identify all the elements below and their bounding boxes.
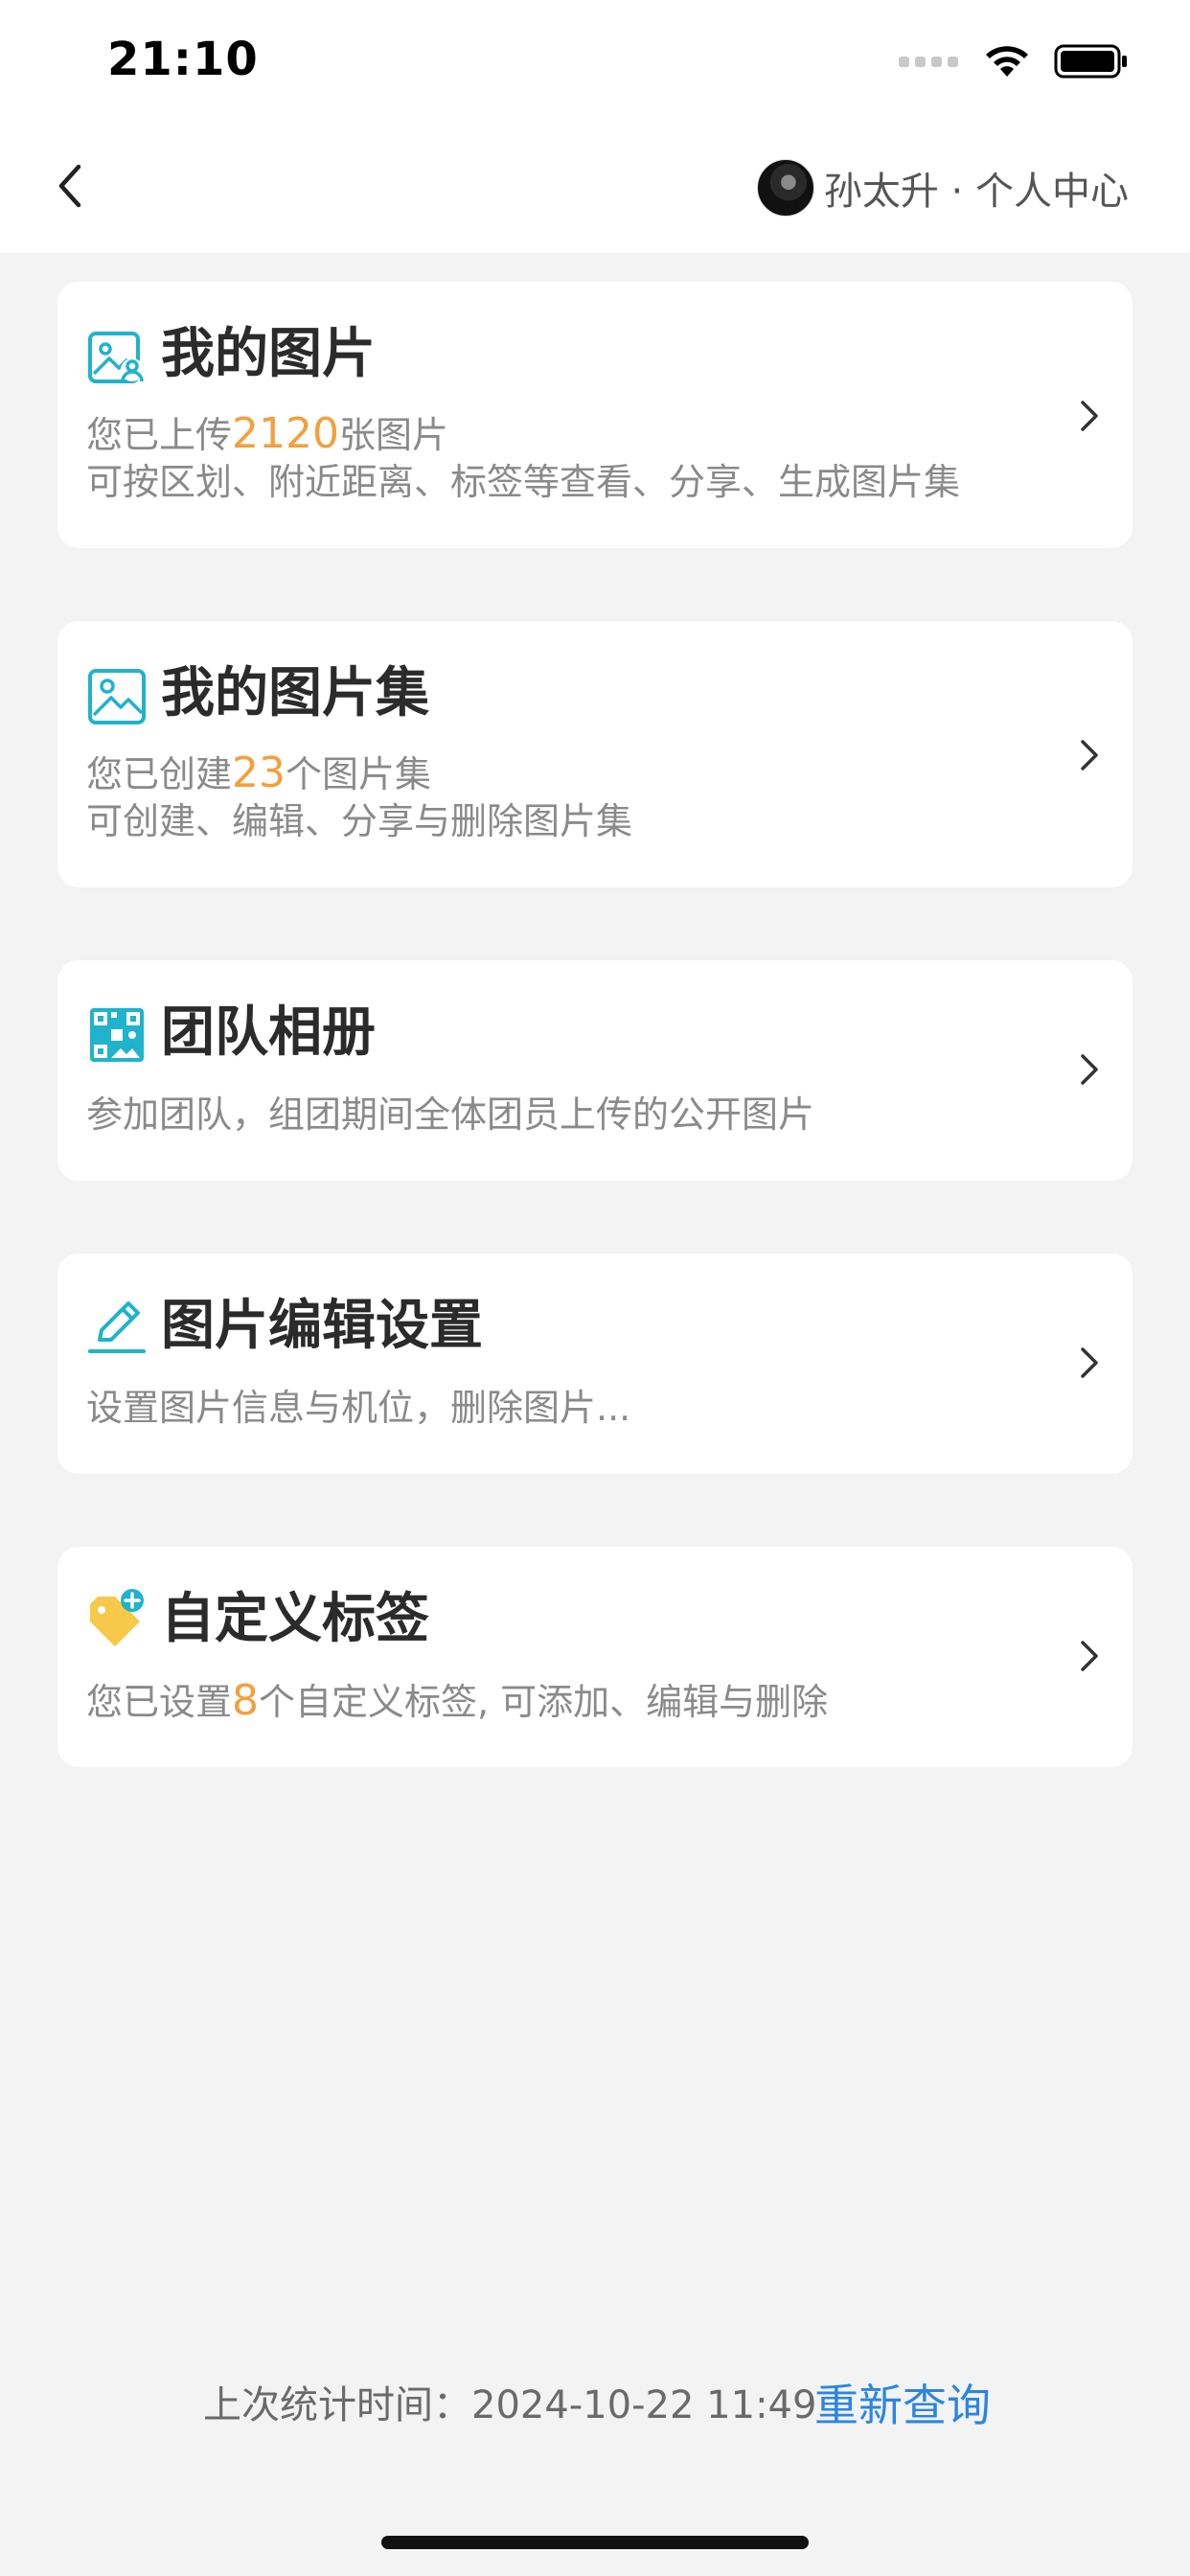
- image-user-icon: [88, 332, 144, 383]
- chevron-right-icon: [1081, 1641, 1098, 1671]
- home-indicator[interactable]: [381, 2536, 809, 2549]
- chevron-right-icon: [1081, 1347, 1098, 1378]
- stat-value: 2120: [232, 409, 339, 458]
- card-my-images[interactable]: 我的图片 您已上传2120张图片 可按区划、附近距离、标签等查看、分享、生成图片…: [57, 282, 1133, 548]
- card-title: 图片编辑设置: [161, 1295, 483, 1357]
- card-description: 可按区划、附近距离、标签等查看、分享、生成图片集: [86, 461, 961, 503]
- chevron-right-icon: [1081, 740, 1098, 770]
- status-time: 21:10: [107, 33, 259, 86]
- card-custom-tags[interactable]: 自定义标签 您已设置8个自定义标签, 可添加、编辑与删除: [57, 1547, 1133, 1767]
- card-stat-line: 您已设置8个自定义标签, 可添加、编辑与删除: [86, 1676, 829, 1725]
- card-title: 我的图片: [161, 323, 376, 385]
- tag-add-icon: [90, 1589, 144, 1646]
- footer: 上次统计时间：2024-10-22 11:49 重新查询: [0, 2375, 1190, 2436]
- card-description: 参加团队，组团期间全体团员上传的公开图片: [86, 1093, 815, 1136]
- card-title: 自定义标签: [161, 1588, 429, 1650]
- status-icons: [899, 42, 1129, 80]
- chevron-right-icon: [1081, 1054, 1098, 1085]
- profile-name: 孙太升 · 个人中心: [823, 170, 1129, 214]
- pencil-icon: [88, 1301, 146, 1353]
- stat-value: 23: [232, 748, 286, 797]
- card-title: 团队相册: [161, 1001, 376, 1064]
- card-team-album[interactable]: 团队相册 参加团队，组团期间全体团员上传的公开图片: [57, 960, 1133, 1181]
- card-image-edit-settings[interactable]: 图片编辑设置 设置图片信息与机位，删除图片...: [57, 1254, 1133, 1474]
- team-album-icon: [90, 1008, 144, 1062]
- card-stat-line: 您已上传2120张图片: [86, 409, 449, 458]
- screen: 21:10 孙太升 · 个人中心 我的图片 您已上传2120张图片 可按区划、附…: [0, 0, 1190, 2576]
- profile-link[interactable]: 孙太升 · 个人中心: [756, 157, 1129, 218]
- back-button[interactable]: [48, 157, 94, 215]
- image-collection-icon: [88, 669, 146, 724]
- last-stat-time: 上次统计时间：2024-10-22 11:49: [203, 2383, 817, 2427]
- card-stat-line: 您已创建23个图片集: [86, 748, 432, 797]
- card-description: 可创建、编辑、分享与删除图片集: [86, 800, 633, 842]
- header: 21:10 孙太升 · 个人中心: [0, 0, 1190, 253]
- card-my-collections[interactable]: 我的图片集 您已创建23个图片集 可创建、编辑、分享与删除图片集: [57, 621, 1133, 887]
- requery-button[interactable]: 重新查询: [814, 2375, 991, 2436]
- chevron-right-icon: [1081, 401, 1098, 431]
- card-title: 我的图片集: [161, 662, 429, 724]
- battery-icon: [1054, 44, 1127, 79]
- wifi-icon: [986, 46, 1028, 77]
- avatar: [756, 159, 814, 217]
- card-description: 设置图片信息与机位，删除图片...: [86, 1387, 631, 1429]
- stat-value: 8: [232, 1676, 260, 1725]
- signal-icon: [899, 56, 958, 67]
